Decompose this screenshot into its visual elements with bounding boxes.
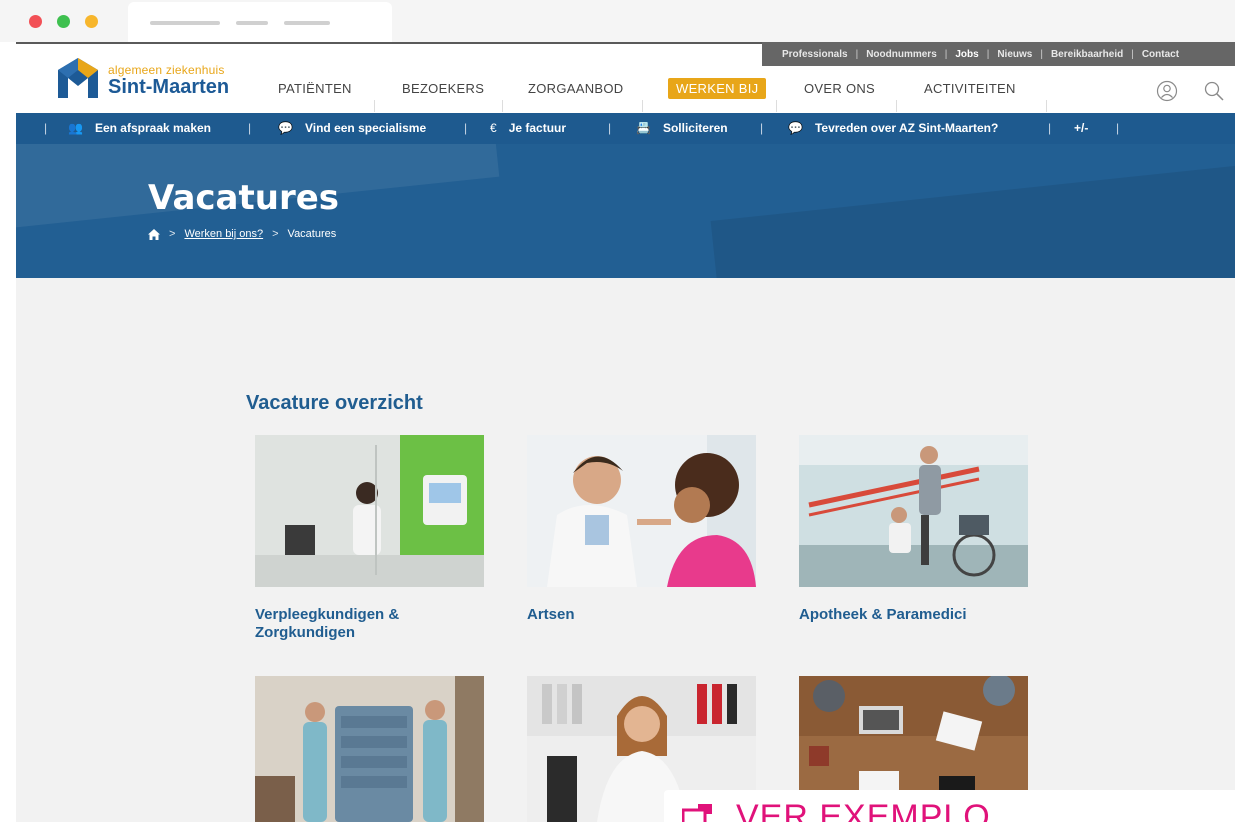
user-account-icon[interactable] (1156, 80, 1178, 102)
quick-link-solliciteren[interactable]: 📇 Solliciteren (636, 121, 728, 135)
header-top-rule (16, 42, 762, 44)
nav-divider (502, 100, 503, 112)
vacancy-photo[interactable] (255, 676, 484, 822)
breadcrumb: > Werken bij ons? > Vacatures (148, 228, 336, 240)
watermark-icon (682, 804, 712, 822)
page-hero: Vacatures > Werken bij ons? > Vacatures (16, 144, 1235, 278)
utility-link-jobs[interactable]: Jobs (955, 49, 978, 60)
breadcrumb-separator: > (169, 228, 176, 240)
quick-separator: | (608, 121, 612, 135)
quick-link-label: +/- (1074, 121, 1089, 135)
tab-placeholder-bar (236, 21, 268, 25)
nav-divider (776, 100, 777, 112)
tab-placeholder-bar (284, 21, 330, 25)
quick-separator: | (1116, 121, 1120, 135)
quick-link-tevreden[interactable]: 💬 Tevreden over AZ Sint-Maarten? (788, 121, 998, 135)
vacancy-photo[interactable] (527, 435, 756, 587)
vacancy-photo[interactable] (255, 435, 484, 587)
vacancy-title[interactable]: Apotheek & Paramedici (799, 606, 1028, 624)
vacancy-card-apotheek[interactable]: Apotheek & Paramedici (799, 435, 1028, 624)
nav-item-bezoekers[interactable]: BEZOEKERS (402, 81, 484, 96)
web-page: Professionals | Noodnummers | Jobs | Nie… (16, 42, 1235, 822)
utility-separator: | (1040, 48, 1043, 60)
browser-chrome (0, 0, 1235, 42)
logo-tagline: algemeen ziekenhuis (108, 63, 225, 77)
chat-icon: 💬 (788, 121, 803, 135)
utility-nav: Professionals | Noodnummers | Jobs | Nie… (762, 42, 1235, 66)
quick-link-label: Tevreden over AZ Sint-Maarten? (814, 121, 999, 135)
page-title: Vacatures (148, 178, 340, 218)
utility-link-bereikbaarheid[interactable]: Bereikbaarheid (1051, 49, 1123, 60)
quick-link-font-size[interactable]: +/- (1074, 121, 1088, 135)
quick-separator: | (1048, 121, 1052, 135)
quick-link-factuur[interactable]: € Je factuur (490, 121, 566, 135)
zoom-window-dot[interactable] (85, 15, 98, 28)
vacancy-card-verpleegkundigen[interactable]: Verpleegkundigen & Zorgkundigen (255, 435, 484, 642)
chat-icon: 💬 (278, 121, 293, 135)
quick-link-specialisme[interactable]: 💬 Vind een specialisme (278, 121, 426, 135)
utility-link-noodnummers[interactable]: Noodnummers (866, 49, 937, 60)
quick-link-afspraak[interactable]: 👥 Een afspraak maken (68, 121, 211, 135)
site-logo[interactable]: algemeen ziekenhuis Sint-Maarten (56, 54, 256, 102)
utility-separator: | (855, 48, 859, 60)
nav-item-over-ons[interactable]: OVER ONS (804, 81, 875, 96)
utility-link-nieuws[interactable]: Nieuws (997, 49, 1032, 60)
utility-link-contact[interactable]: Contact (1142, 49, 1179, 60)
main-nav: PATIËNTEN BEZOEKERS ZORGAANBOD WERKEN BI… (256, 78, 1047, 112)
watermark-banner: VER EXEMPLO (664, 790, 1235, 822)
logo-mark-icon (58, 58, 98, 98)
quick-link-label: Een afspraak maken (94, 121, 212, 135)
quick-links-bar: | 👥 Een afspraak maken | 💬 Vind een spec… (16, 113, 1235, 144)
utility-separator: | (944, 48, 948, 60)
quick-separator: | (44, 121, 48, 135)
breadcrumb-separator: > (272, 228, 279, 240)
home-icon[interactable] (148, 228, 160, 240)
quick-separator: | (464, 121, 468, 135)
utility-separator: | (986, 48, 990, 60)
quick-link-label: Vind een specialisme (304, 121, 427, 135)
quick-separator: | (760, 121, 764, 135)
watermark-text: VER EXEMPLO (736, 798, 991, 822)
euro-icon: € (490, 121, 497, 135)
vacancy-photo[interactable] (799, 435, 1028, 587)
nav-item-activiteiten[interactable]: ACTIVITEITEN (924, 81, 1016, 96)
logo-name: Sint-Maarten (108, 76, 230, 98)
quick-link-label: Solliciteren (662, 121, 728, 135)
nav-item-zorgaanbod[interactable]: ZORGAANBOD (528, 81, 623, 96)
vacancy-title[interactable]: Verpleegkundigen & Zorgkundigen (255, 606, 484, 642)
section-title: Vacature overzicht (246, 392, 423, 414)
close-window-dot[interactable] (29, 15, 42, 28)
minimize-window-dot[interactable] (57, 15, 70, 28)
quick-separator: | (248, 121, 252, 135)
breadcrumb-link-werken-bij[interactable]: Werken bij ons? (184, 228, 263, 240)
hero-decoration (710, 147, 1235, 278)
vacancy-card-artsen[interactable]: Artsen (527, 435, 756, 624)
people-icon: 👥 (68, 121, 83, 135)
quick-link-label: Je factuur (508, 121, 567, 135)
nav-divider (374, 100, 375, 112)
nav-divider (896, 100, 897, 112)
utility-link-professionals[interactable]: Professionals (782, 49, 848, 60)
nav-item-patienten[interactable]: PATIËNTEN (278, 81, 352, 96)
id-card-icon: 📇 (636, 121, 651, 135)
utility-separator: | (1131, 48, 1134, 60)
nav-item-werken-bij[interactable]: WERKEN BIJ (668, 78, 767, 99)
breadcrumb-current: Vacatures (287, 228, 337, 240)
vacancy-card[interactable] (255, 676, 484, 822)
search-icon[interactable] (1203, 80, 1225, 102)
nav-divider (642, 100, 643, 112)
browser-tab[interactable] (128, 2, 392, 42)
tab-placeholder-bar (150, 21, 220, 25)
site-header: Professionals | Noodnummers | Jobs | Nie… (16, 42, 1235, 113)
vacancy-title[interactable]: Artsen (527, 606, 756, 624)
nav-divider (1046, 100, 1047, 112)
